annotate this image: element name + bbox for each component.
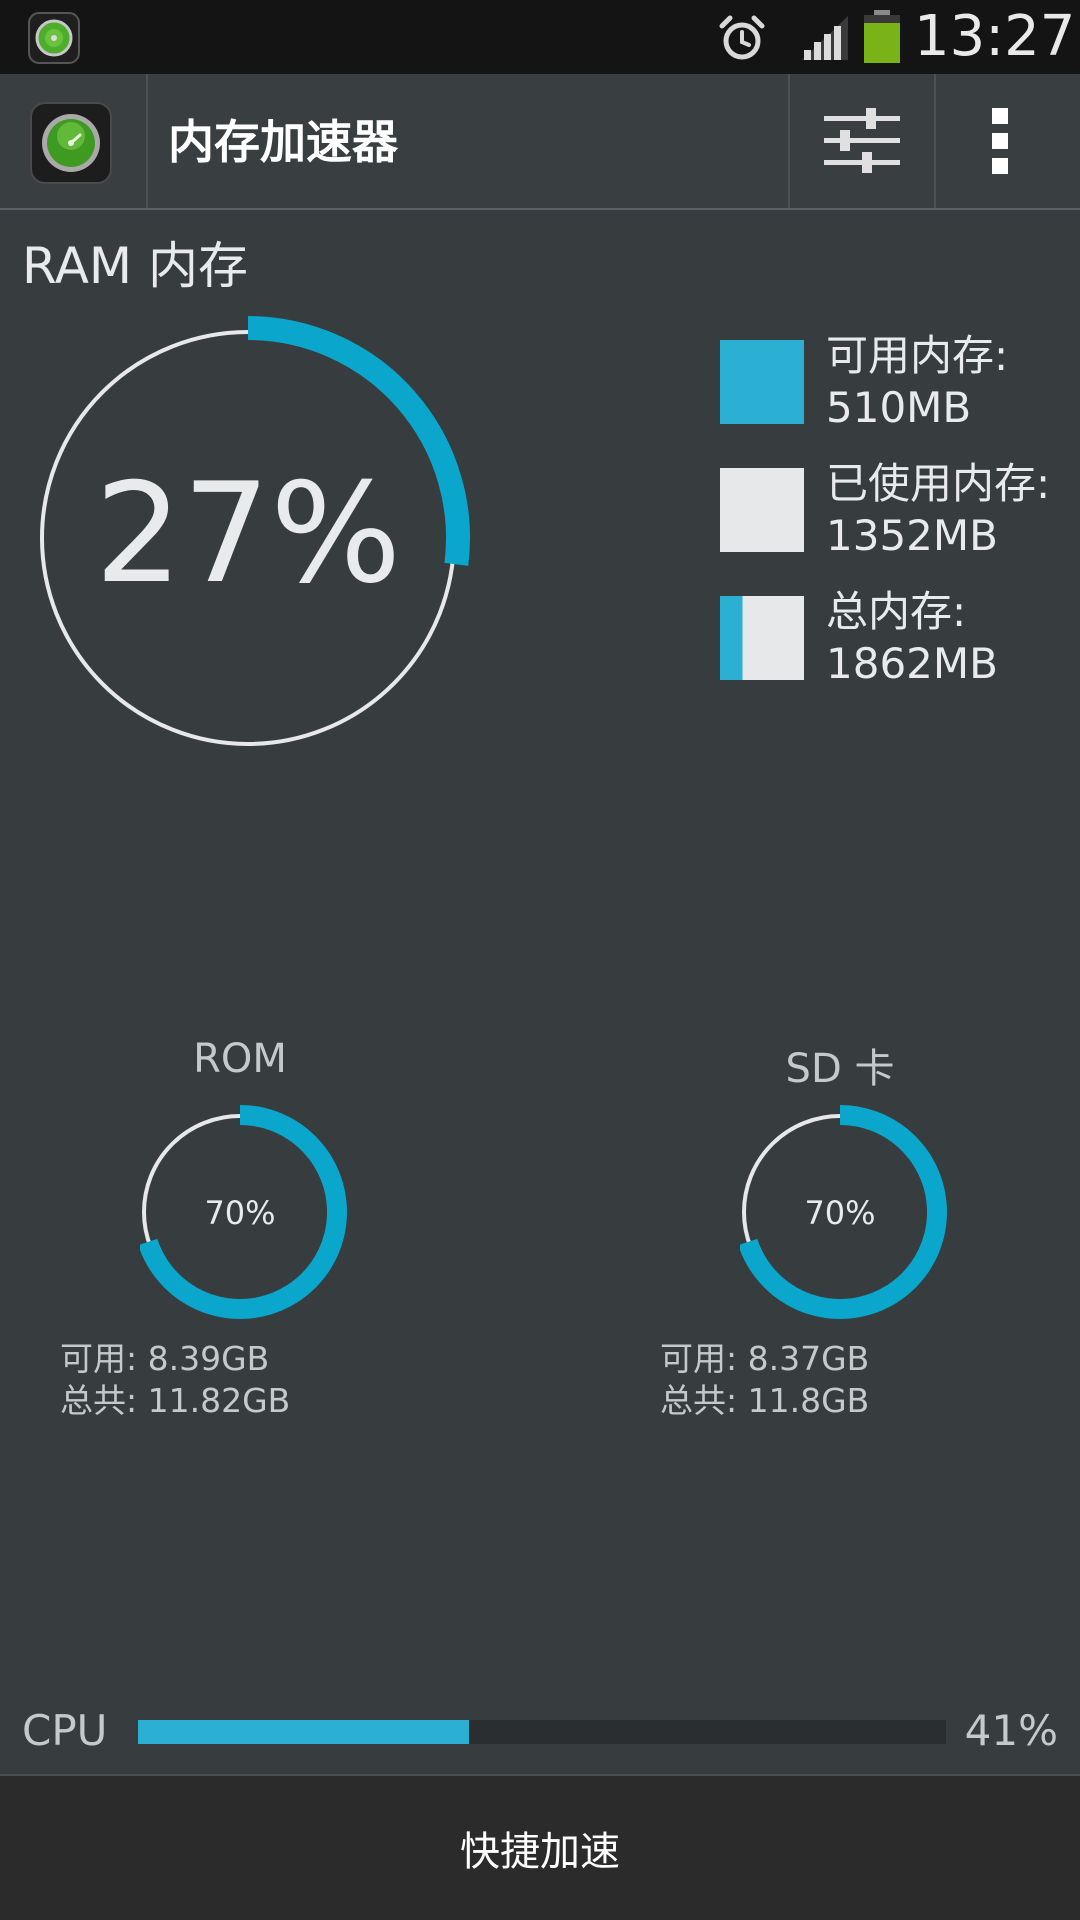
- status-bar: 13:27: [0, 0, 1080, 74]
- settings-button[interactable]: [790, 74, 934, 208]
- legend-swatch-available: [720, 340, 804, 424]
- sd-info: 可用: 8.37GB 总共: 11.8GB: [660, 1338, 1040, 1422]
- action-bar: 内存加速器: [0, 74, 1080, 210]
- legend-label: 总内存:: [826, 587, 967, 636]
- rom-available: 可用: 8.39GB: [60, 1339, 270, 1378]
- rom-title: ROM: [193, 1036, 287, 1082]
- quick-boost-label: 快捷加速: [460, 1829, 620, 1875]
- overflow-menu-icon: [992, 108, 1008, 174]
- app-icon[interactable]: [30, 102, 112, 184]
- cpu-percent: 41%: [964, 1706, 1058, 1755]
- action-divider: [146, 74, 148, 208]
- cpu-progress-fill: [138, 1720, 470, 1744]
- sd-section: SD 卡 70% 可用: 8.37GB 总共: 11.8GB: [640, 1036, 1040, 1436]
- legend-swatch-total: [720, 596, 804, 680]
- legend-item-used: 已使用内存: 1352MB: [720, 458, 1070, 586]
- battery-icon: [864, 10, 900, 63]
- legend-swatch-used: [720, 468, 804, 552]
- legend-label: 已使用内存:: [826, 459, 1051, 508]
- sd-total: 总共: 11.8GB: [660, 1381, 870, 1420]
- legend-item-total: 总内存: 1862MB: [720, 586, 1070, 714]
- rom-percent: 70%: [204, 1194, 275, 1232]
- quick-boost-button[interactable]: 快捷加速: [0, 1774, 1080, 1920]
- legend-value: 1352MB: [826, 511, 998, 560]
- ram-legend: 可用内存: 510MB 已使用内存: 1352MB 总内存: 1862MB: [720, 330, 1070, 714]
- legend-value: 1862MB: [826, 639, 998, 688]
- overflow-menu-button[interactable]: [936, 74, 1080, 208]
- cpu-label: CPU: [22, 1706, 108, 1755]
- signal-icon: [802, 16, 848, 60]
- sliders-icon: [824, 108, 900, 173]
- rom-total: 总共: 11.82GB: [60, 1381, 291, 1420]
- rom-info: 可用: 8.39GB 总共: 11.82GB: [60, 1338, 440, 1422]
- cpu-progress-track: [138, 1720, 946, 1744]
- legend-item-available: 可用内存: 510MB: [720, 330, 1070, 458]
- ram-title: RAM 内存: [22, 237, 248, 295]
- rom-gauge: 70%: [140, 1105, 347, 1319]
- sd-gauge: 70%: [740, 1105, 947, 1319]
- legend-label: 可用内存:: [826, 331, 1009, 380]
- ram-percent: 27%: [95, 453, 402, 614]
- ram-gauge: 27%: [40, 316, 470, 746]
- sd-title: SD 卡: [785, 1046, 895, 1092]
- rom-section: ROM 70% 可用: 8.39GB 总共: 11.82GB: [40, 1036, 440, 1436]
- alarm-icon: [719, 15, 765, 60]
- status-time: 13:27: [914, 4, 1076, 69]
- sd-percent: 70%: [804, 1194, 875, 1232]
- legend-value: 510MB: [826, 383, 972, 432]
- app-icon: [28, 12, 80, 64]
- app-title: 内存加速器: [168, 115, 398, 169]
- sd-available: 可用: 8.37GB: [660, 1339, 870, 1378]
